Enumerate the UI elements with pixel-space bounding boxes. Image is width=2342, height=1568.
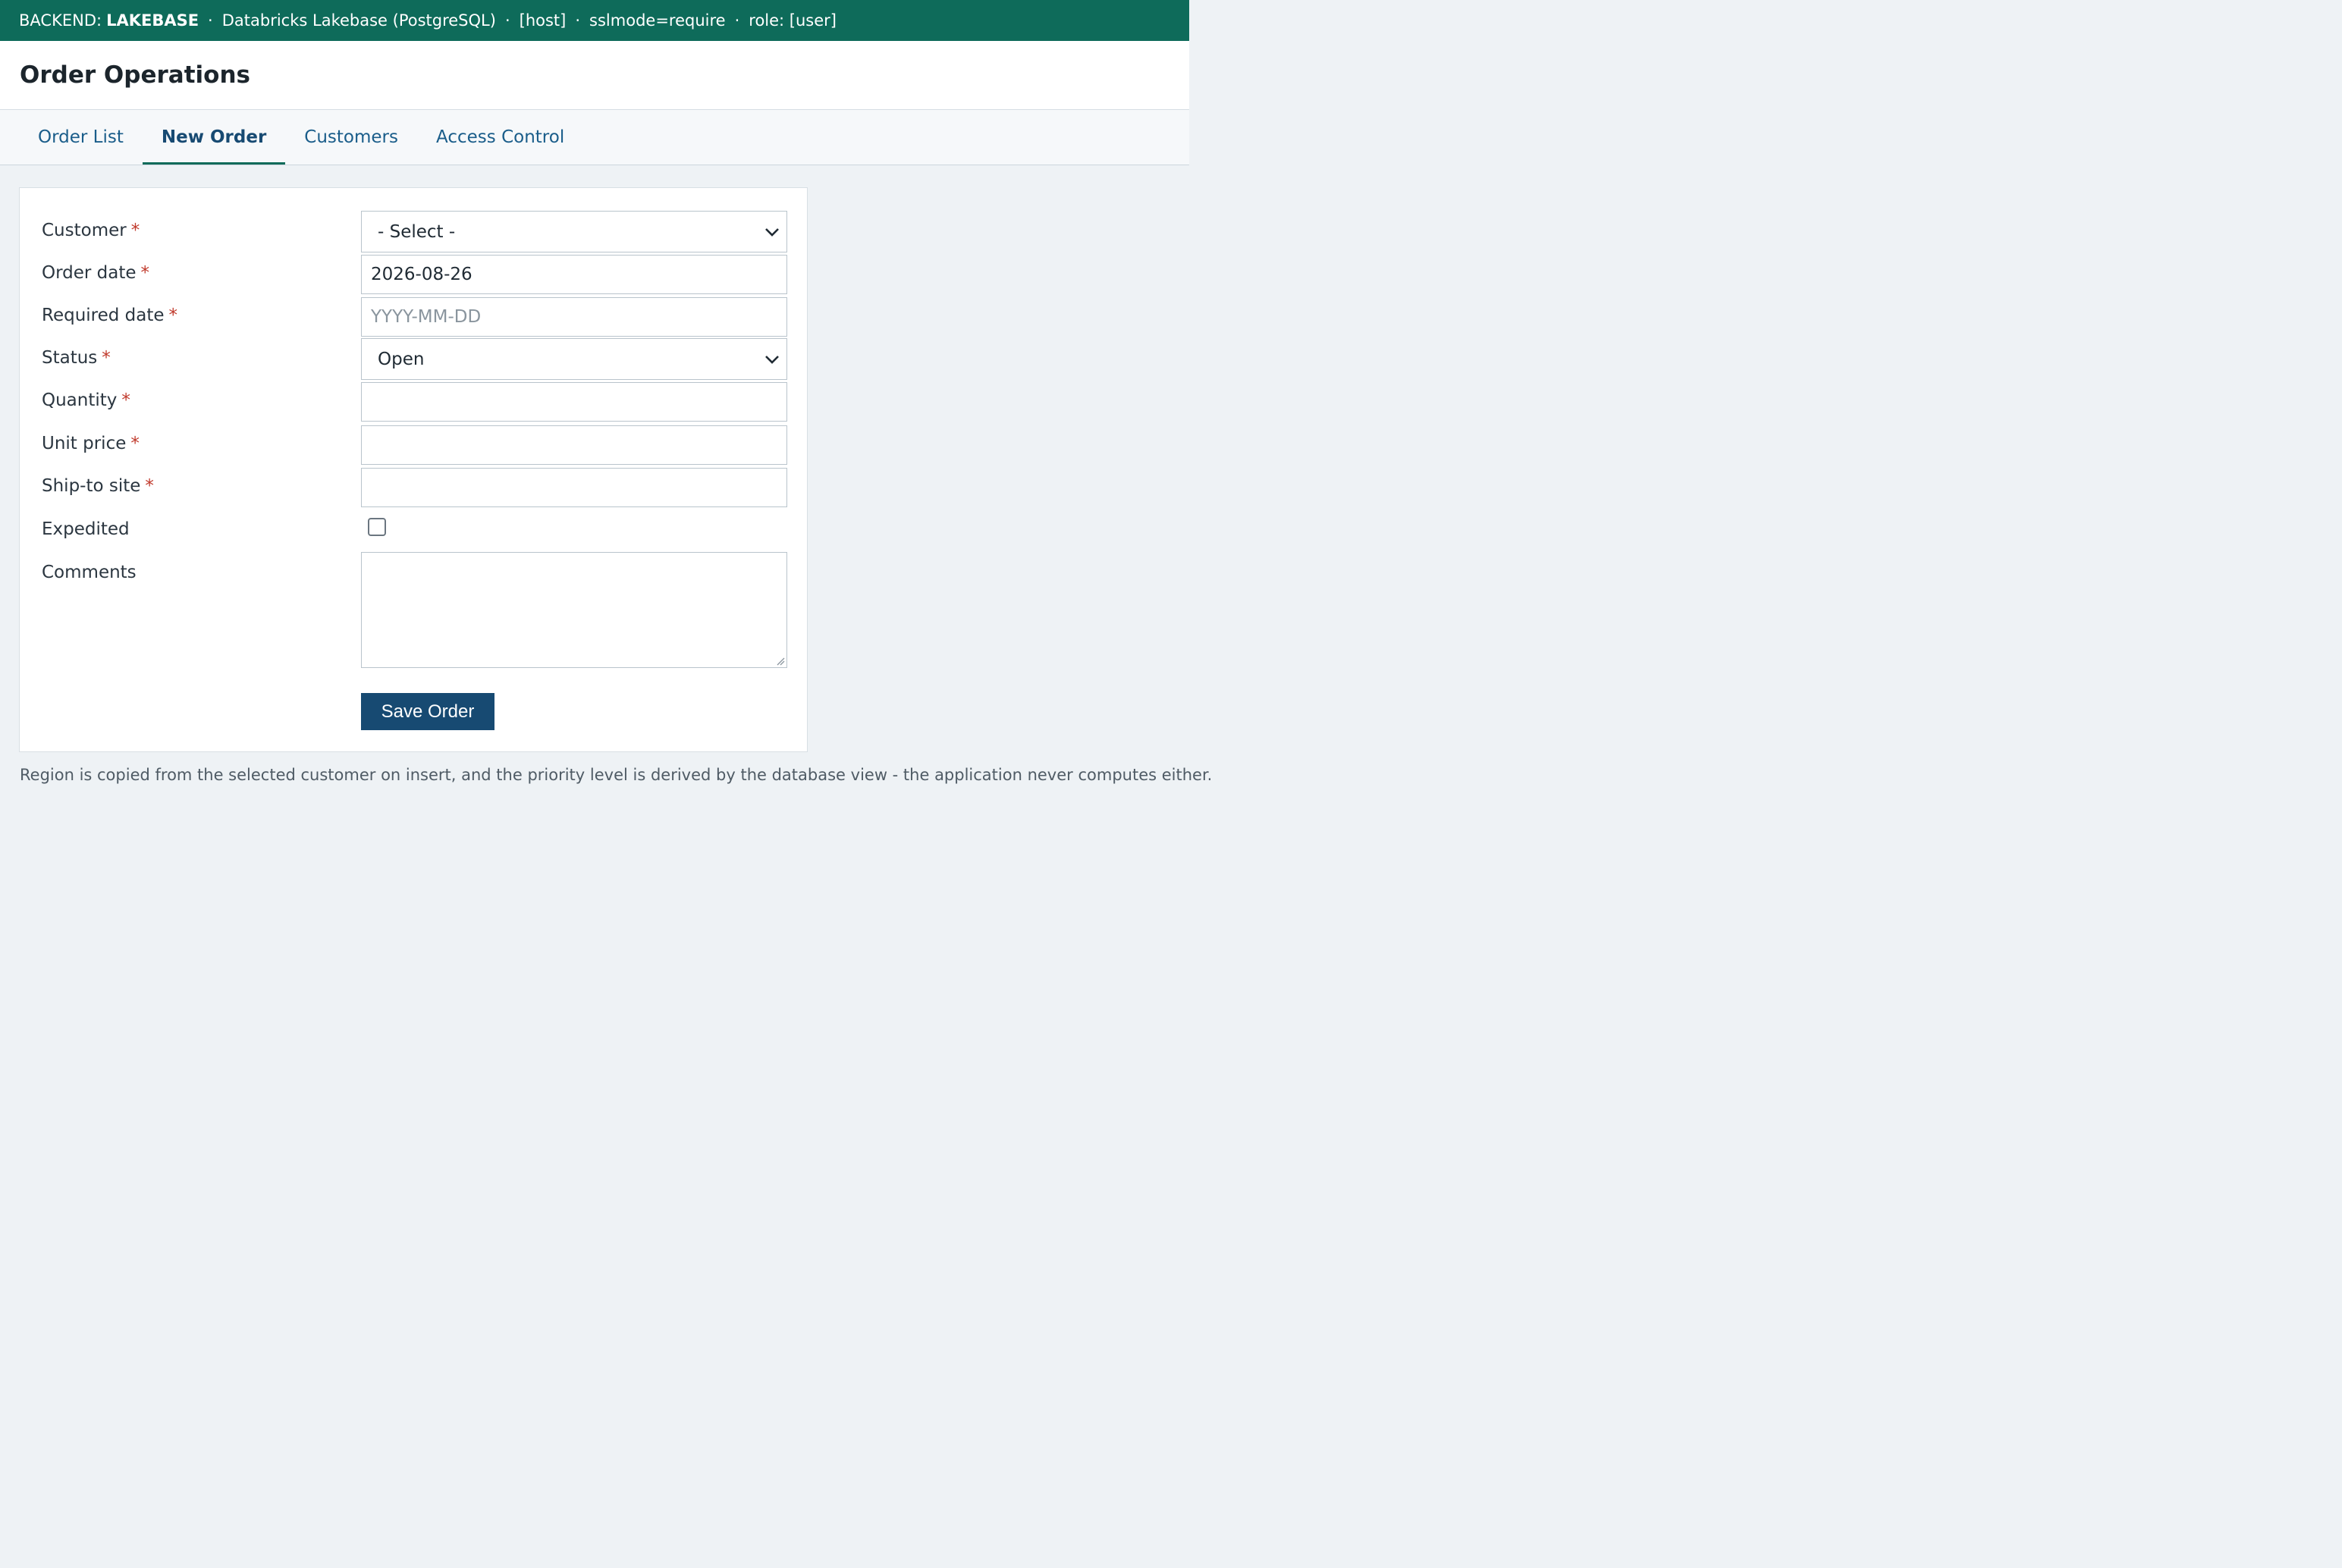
separator: · xyxy=(504,11,510,30)
status-label: Status * xyxy=(42,348,111,368)
required-date-label: Required date * xyxy=(42,306,177,325)
required-marker: * xyxy=(168,306,178,325)
tab-access-control[interactable]: Access Control xyxy=(417,111,583,165)
separator: · xyxy=(575,11,581,30)
backend-role: role: [user] xyxy=(749,11,837,30)
tab-order-list[interactable]: Order List xyxy=(19,111,143,165)
resize-grip-icon[interactable] xyxy=(776,657,785,666)
expedited-checkbox[interactable] xyxy=(368,518,386,536)
status-select-value: Open xyxy=(378,349,425,369)
order-date-label-text: Order date xyxy=(42,263,137,283)
customer-label: Customer * xyxy=(42,221,140,240)
customer-select-value: - Select - xyxy=(378,221,456,242)
form-footnote: Region is copied from the selected custo… xyxy=(20,766,1213,784)
backend-host: [host] xyxy=(519,11,567,30)
customer-select[interactable]: - Select - xyxy=(361,211,787,252)
unit-price-label: Unit price * xyxy=(42,434,140,453)
comments-label: Comments xyxy=(42,563,137,582)
expedited-label: Expedited xyxy=(42,519,130,539)
comments-textarea[interactable] xyxy=(361,552,787,668)
quantity-label-text: Quantity xyxy=(42,390,118,410)
tab-bar: Order List New Order Customers Access Co… xyxy=(0,110,1189,165)
chevron-down-icon xyxy=(765,355,779,364)
backend-banner: BACKEND: LAKEBASE · Databricks Lakebase … xyxy=(0,0,1189,41)
order-date-row: Order date * 2026-08-26 xyxy=(20,255,807,294)
unit-price-row: Unit price * xyxy=(20,425,807,465)
new-order-form: Customer * - Select - Order date * 2026-08… xyxy=(19,187,808,752)
separator: · xyxy=(734,11,740,30)
comments-row: Comments xyxy=(20,552,807,668)
page-title: Order Operations xyxy=(20,61,250,89)
status-select[interactable]: Open xyxy=(361,338,787,380)
quantity-row: Quantity * xyxy=(20,382,807,422)
order-date-label: Order date * xyxy=(42,263,149,283)
required-marker: * xyxy=(121,390,130,410)
required-date-label-text: Required date xyxy=(42,306,165,325)
status-row: Status * Open xyxy=(20,338,807,380)
unit-price-input[interactable] xyxy=(361,425,787,465)
customer-row: Customer * - Select - xyxy=(20,211,807,252)
customer-label-text: Customer xyxy=(42,221,127,240)
ship-to-site-row: Ship-to site * xyxy=(20,468,807,507)
page-header: Order Operations xyxy=(0,41,1189,110)
status-label-text: Status xyxy=(42,348,98,368)
expedited-row: Expedited xyxy=(20,518,807,548)
quantity-label: Quantity * xyxy=(42,390,130,410)
ship-to-site-label: Ship-to site * xyxy=(42,476,154,496)
tab-new-order[interactable]: New Order xyxy=(142,111,286,165)
required-marker: * xyxy=(145,476,154,496)
backend-engine: Databricks Lakebase (PostgreSQL) xyxy=(221,11,496,30)
ship-to-site-input[interactable] xyxy=(361,468,787,507)
backend-label: BACKEND: xyxy=(19,11,102,30)
required-marker: * xyxy=(130,221,140,240)
quantity-input[interactable] xyxy=(361,382,787,422)
unit-price-label-text: Unit price xyxy=(42,434,127,453)
separator: · xyxy=(208,11,213,30)
backend-ssl: sslmode=require xyxy=(589,11,726,30)
tab-customers[interactable]: Customers xyxy=(285,111,417,165)
required-marker: * xyxy=(130,434,140,453)
order-date-input[interactable]: 2026-08-26 xyxy=(361,255,787,294)
backend-name: LAKEBASE xyxy=(106,11,199,30)
ship-to-site-label-text: Ship-to site xyxy=(42,476,141,496)
required-date-row: Required date * YYYY-MM-DD xyxy=(20,297,807,337)
required-date-input[interactable]: YYYY-MM-DD xyxy=(361,297,787,337)
required-marker: * xyxy=(102,348,111,368)
chevron-down-icon xyxy=(765,227,779,237)
save-order-button[interactable]: Save Order xyxy=(361,693,494,730)
required-marker: * xyxy=(140,263,150,283)
